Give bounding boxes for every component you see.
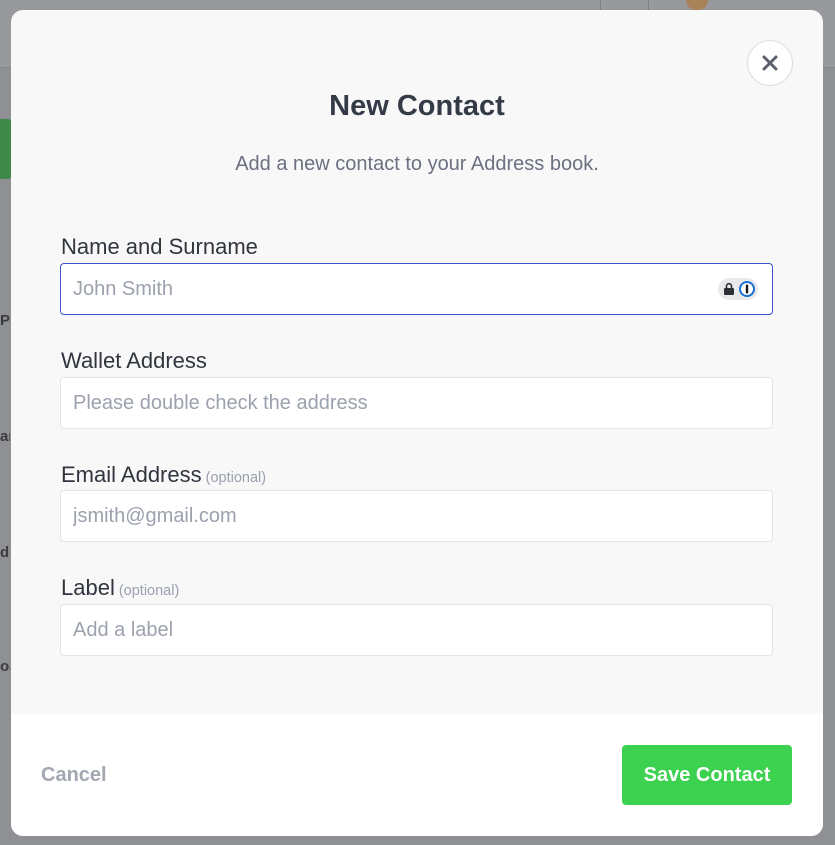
email-input[interactable] [60, 490, 773, 542]
wallet-label-text: Wallet Address [61, 348, 207, 373]
password-manager-icon[interactable] [718, 278, 758, 300]
name-label: Name and Surname [61, 234, 258, 260]
background-divider [600, 0, 601, 10]
modal-subtitle: Add a new contact to your Address book. [235, 153, 599, 175]
background-text: Ph [0, 312, 10, 329]
email-label-text: Email Address [61, 462, 202, 487]
label-input[interactable] [60, 604, 773, 656]
email-optional-hint: (optional) [205, 470, 267, 486]
label-label: Label (optional) [61, 575, 179, 601]
background-text: oa [0, 658, 10, 675]
cancel-button[interactable]: Cancel [41, 764, 107, 787]
label-label-text: Label [61, 575, 115, 600]
wallet-label: Wallet Address [61, 348, 207, 374]
close-button[interactable] [747, 40, 793, 86]
save-contact-button[interactable]: Save Contact [622, 745, 792, 805]
close-icon [762, 55, 778, 71]
background-text: ar [0, 428, 10, 445]
background-text: d [0, 544, 10, 561]
label-optional-hint: (optional) [118, 583, 180, 599]
name-label-text: Name and Surname [61, 234, 258, 259]
modal-footer: Cancel Save Contact [11, 714, 823, 836]
name-input[interactable] [60, 263, 773, 315]
lock-icon [724, 282, 734, 295]
new-contact-modal: New Contact Add a new contact to your Ad… [11, 10, 823, 836]
email-label: Email Address (optional) [61, 462, 266, 488]
background-divider [648, 0, 649, 10]
key-badge-icon [739, 281, 755, 297]
wallet-address-input[interactable] [60, 377, 773, 429]
modal-title: New Contact [329, 90, 505, 122]
